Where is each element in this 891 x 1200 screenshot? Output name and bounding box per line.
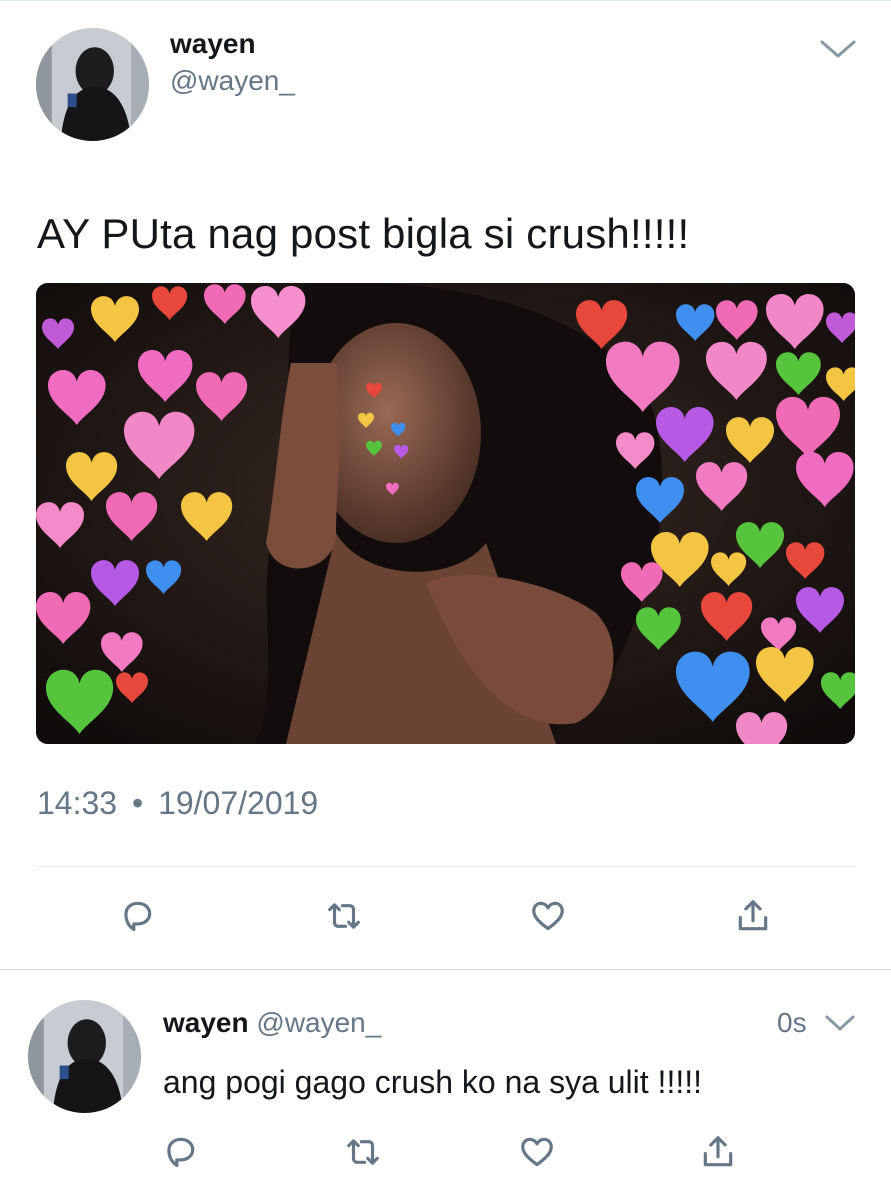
- timestamp-separator: •: [131, 785, 144, 821]
- handle[interactable]: @wayen_: [170, 65, 295, 97]
- share-icon: [738, 900, 768, 931]
- tweet-media-image[interactable]: [36, 283, 855, 744]
- section-divider: [0, 969, 891, 970]
- retweet-icon: [328, 903, 360, 929]
- retweet-button[interactable]: [322, 894, 366, 938]
- reply-time: 0s: [777, 1007, 807, 1038]
- top-divider: [0, 0, 891, 1]
- reply-share-button[interactable]: [696, 1130, 740, 1174]
- like-button[interactable]: [526, 894, 570, 938]
- tweet-text: AY PUta nag post bigla si crush!!!!!: [37, 210, 690, 257]
- avatar-image: [28, 1000, 141, 1113]
- reply-icon: [124, 901, 152, 932]
- reply-button[interactable]: [115, 894, 159, 938]
- like-icon: [532, 901, 564, 931]
- reply-header: wayen @wayen_: [163, 1007, 381, 1039]
- reply-retweet-button[interactable]: [341, 1130, 385, 1174]
- share-icon: [703, 1136, 733, 1167]
- reply-reply-button[interactable]: [158, 1130, 202, 1174]
- reply-display-name[interactable]: wayen: [163, 1007, 249, 1038]
- chevron-down-icon[interactable]: [818, 34, 858, 62]
- avatar-image: [36, 28, 149, 141]
- reply-like-button[interactable]: [515, 1130, 559, 1174]
- chevron-down-icon[interactable]: [824, 1010, 856, 1034]
- reply-handle[interactable]: @wayen_: [256, 1007, 381, 1038]
- tweet-time: 14:33: [37, 785, 118, 821]
- reply-avatar[interactable]: [28, 1000, 141, 1113]
- like-icon: [521, 1137, 553, 1167]
- avatar[interactable]: [36, 28, 149, 141]
- reply-text: ang pogi gago crush ko na sya ulit !!!!!: [163, 1064, 702, 1100]
- action-divider: [37, 866, 855, 867]
- tweet-date: 19/07/2019: [158, 785, 319, 821]
- retweet-icon: [347, 1139, 379, 1165]
- share-button[interactable]: [731, 894, 775, 938]
- display-name[interactable]: wayen: [170, 28, 256, 60]
- tweet-timestamp: 14:33 • 19/07/2019: [37, 785, 318, 822]
- reply-icon: [167, 1137, 195, 1168]
